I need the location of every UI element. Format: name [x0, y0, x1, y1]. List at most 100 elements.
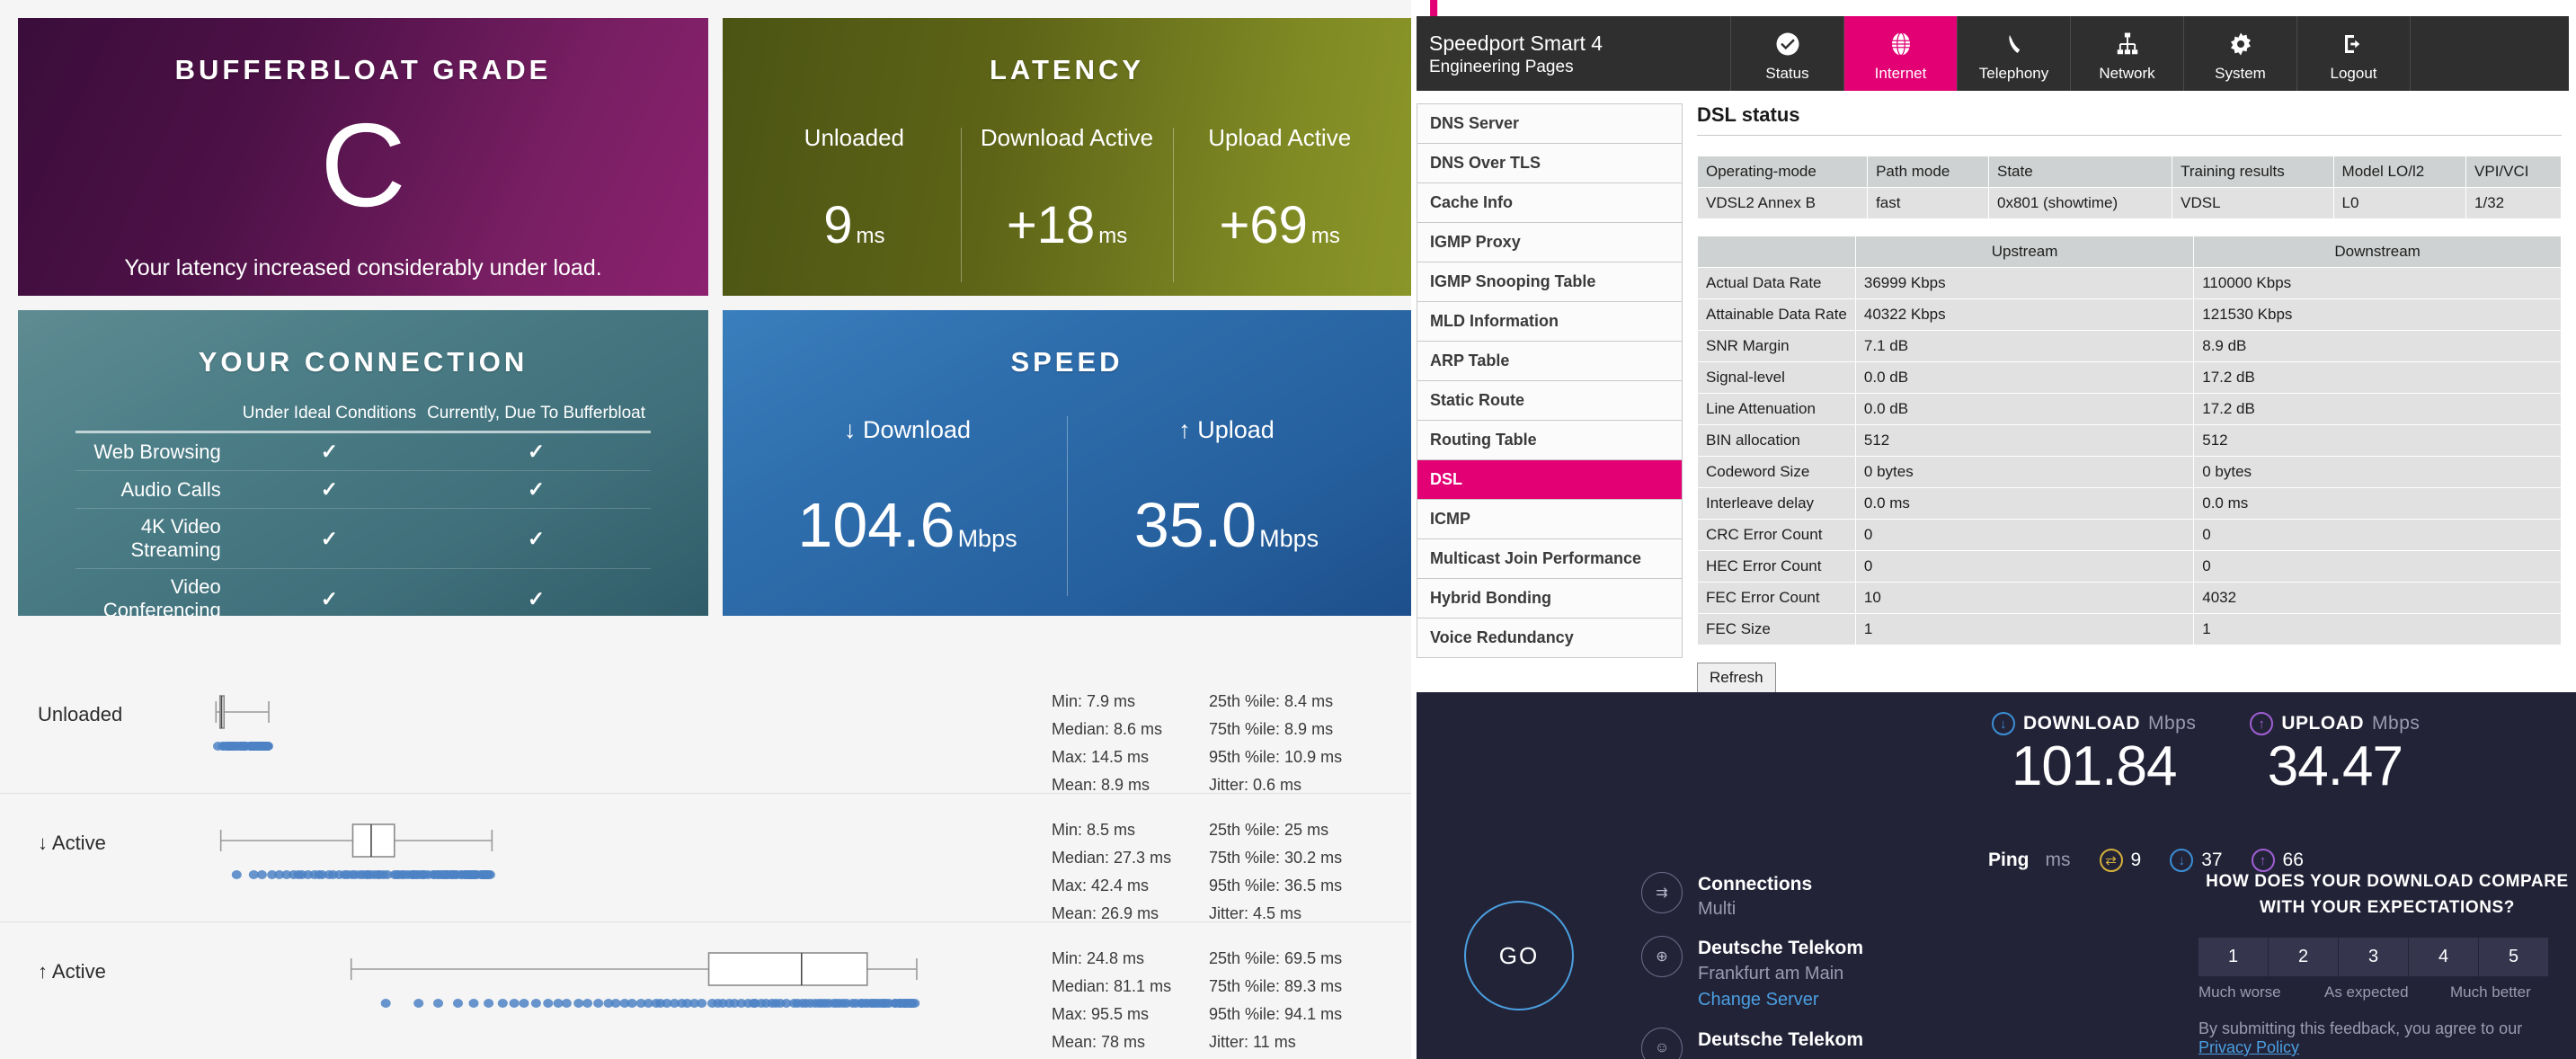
table-row: Audio Calls ✓ ✓ [76, 470, 651, 509]
latency-col-unloaded: Unloaded 9 ms [748, 124, 961, 296]
boxplot-svg [219, 823, 495, 879]
speed-col-download: ↓ Download 104.6 Mbps [748, 416, 1067, 614]
stream-cell: 0 bytes [1854, 456, 2195, 488]
nav-item-label: Telephony [1978, 64, 2049, 82]
upload-label: UPLOAD [2281, 713, 2365, 734]
sidebar-item-hybrid-bonding[interactable]: Hybrid Bonding [1417, 579, 1682, 618]
nav-item-internet[interactable]: Internet [1844, 16, 1958, 91]
stream-cell: 4032 [2193, 582, 2562, 614]
stream-row-label: SNR Margin [1697, 330, 1856, 362]
go-button[interactable]: GO [1464, 901, 1574, 1010]
sidebar-item-arp-table[interactable]: ARP Table [1417, 342, 1682, 381]
speed-col-upload: ↑ Upload 35.0 Mbps [1067, 416, 1386, 614]
sidebar-item-cache-info[interactable]: Cache Info [1417, 183, 1682, 223]
boxplot-svg [350, 952, 920, 1008]
refresh-button[interactable]: Refresh [1697, 663, 1776, 693]
stream-row-label: Interleave delay [1697, 487, 1856, 520]
sidebar-item-mld-information[interactable]: MLD Information [1417, 302, 1682, 342]
table-row: Codeword Size 0 bytes 0 bytes [1697, 456, 2562, 488]
stat-p75: 75th %ile: 89.3 ms [1209, 976, 1343, 995]
stream-cell: 17.2 dB [2193, 361, 2562, 394]
dsl-status-cell: VDSL [2172, 187, 2334, 219]
sidebar-item-dns-server[interactable]: DNS Server [1417, 104, 1682, 144]
table-row: HEC Error Count 0 0 [1697, 550, 2562, 583]
stream-row-label: Codeword Size [1697, 456, 1856, 488]
nav-item-label: Logout [2330, 64, 2377, 82]
gear-icon [2227, 29, 2254, 59]
dsl-status-header: Path mode [1867, 156, 1989, 188]
speedtest-feedback: HOW DOES YOUR DOWNLOAD COMPARE WITH YOUR… [2198, 868, 2576, 1057]
nav-item-system[interactable]: System [2184, 16, 2297, 91]
stream-cell: 0.0 ms [2193, 487, 2562, 520]
speed-unit-upload: Mbps [1259, 525, 1319, 552]
table-row: Interleave delay 0.0 ms 0.0 ms [1697, 487, 2562, 520]
feedback-button-4[interactable]: 4 [2409, 937, 2479, 976]
isp-row[interactable]: ☺ Deutsche Telekom [1641, 1027, 1863, 1059]
privacy-policy-link[interactable]: Privacy Policy [2198, 1038, 2299, 1056]
check-icon: ✓ [527, 586, 546, 610]
dsl-status-cell: 0x801 (showtime) [1987, 187, 2173, 219]
nav-item-telephony[interactable]: Telephony [1958, 16, 2071, 91]
boxplot-label: Unloaded [38, 703, 123, 725]
globe-icon [1888, 29, 1914, 59]
result-cards-grid: BUFFERBLOAT GRADE C Your latency increas… [18, 18, 1411, 616]
sidebar-item-igmp-snooping-table[interactable]: IGMP Snooping Table [1417, 263, 1682, 302]
stream-row-label: CRC Error Count [1697, 519, 1856, 551]
connection-col-current: Currently, Due To Bufferbloat [427, 404, 645, 423]
dsl-status-table: Operating-mode Path mode State Training res… [1696, 156, 2562, 219]
stat-p95: 95th %ile: 36.5 ms [1209, 876, 1343, 894]
connection-col-blank [76, 402, 237, 432]
feedback-button-2[interactable]: 2 [2269, 937, 2339, 976]
connection-ideal-cell: ✓ [236, 508, 422, 569]
sidebar-item-multicast-join-performance[interactable]: Multicast Join Performance [1417, 539, 1682, 579]
server-row[interactable]: ⊕ Deutsche Telekom Frankfurt am Main Cha… [1641, 936, 1863, 1012]
feedback-button-3[interactable]: 3 [2339, 937, 2409, 976]
latency-label-upload-active: Upload Active [1208, 124, 1352, 151]
table-row: Web Browsing ✓ ✓ [76, 432, 651, 471]
router-content: DSL status Operating-mode Path mode State T… [1696, 103, 2576, 693]
stat-p25: 25th %ile: 69.5 ms [1209, 949, 1343, 967]
connection-row-label: Audio Calls [76, 470, 237, 509]
sidebar-item-dsl[interactable]: DSL [1417, 460, 1682, 500]
speed-value-upload: 35.0 Mbps [1067, 489, 1386, 561]
sidebar-item-voice-redundancy[interactable]: Voice Redundancy [1417, 618, 1682, 658]
stream-cell: 0.0 dB [1854, 361, 2195, 394]
sidebar-item-routing-table[interactable]: Routing Table [1417, 421, 1682, 460]
sidebar-item-icmp[interactable]: ICMP [1417, 500, 1682, 539]
legend-much-better: Much better [2450, 983, 2531, 1001]
stat-p75: 75th %ile: 30.2 ms [1209, 848, 1343, 867]
sidebar-item-igmp-proxy[interactable]: IGMP Proxy [1417, 223, 1682, 263]
change-server-link[interactable]: Change Server [1698, 986, 1863, 1013]
nav-item-network[interactable]: Network [2071, 16, 2184, 91]
nav-item-label: Network [2099, 64, 2155, 82]
ping-idle-icon: ⇄ [2099, 849, 2123, 872]
connections-row[interactable]: ⇉ Connections Multi [1641, 872, 1863, 921]
feedback-button-1[interactable]: 1 [2198, 937, 2269, 976]
check-icon: ✓ [527, 526, 546, 550]
check-icon: ✓ [320, 586, 339, 610]
sidebar-item-dns-over-tls[interactable]: DNS Over TLS [1417, 144, 1682, 183]
nav-item-status[interactable]: Status [1731, 16, 1844, 91]
ping-download-icon: ↓ [2170, 849, 2194, 872]
stream-cell: 0 [2193, 550, 2562, 583]
router-brand: Speedport Smart 4 Engineering Pages [1417, 16, 1731, 91]
speedtest-download-header: ↓ DOWNLOAD Mbps [1992, 712, 2196, 735]
connection-card-title: YOUR CONNECTION [198, 346, 529, 378]
feedback-question-line1: HOW DOES YOUR DOWNLOAD COMPARE [2206, 872, 2569, 891]
feedback-legend: Much worse As expected Much better [2198, 983, 2576, 1001]
stream-header [1697, 236, 1856, 268]
boxplot-plot [153, 683, 953, 782]
latency-label-download-active: Download Active [980, 124, 1154, 151]
stat-p75: 75th %ile: 8.9 ms [1209, 719, 1334, 738]
bufferbloat-test-pane: BUFFERBLOAT GRADE C Your latency increas… [0, 0, 1411, 1059]
table-row: Signal-level 0.0 dB 17.2 dB [1697, 361, 2562, 394]
nav-item-logout[interactable]: Logout [2297, 16, 2411, 91]
feedback-button-5[interactable]: 5 [2479, 937, 2549, 976]
latency-number-upload-active: +69 [1219, 196, 1308, 254]
dsl-status-cell: L0 [2332, 187, 2467, 219]
connection-ideal-cell: ✓ [236, 568, 422, 616]
stat-p95: 95th %ile: 10.9 ms [1209, 747, 1343, 766]
stream-cell: 40322 Kbps [1854, 298, 2195, 331]
sidebar-item-static-route[interactable]: Static Route [1417, 381, 1682, 421]
